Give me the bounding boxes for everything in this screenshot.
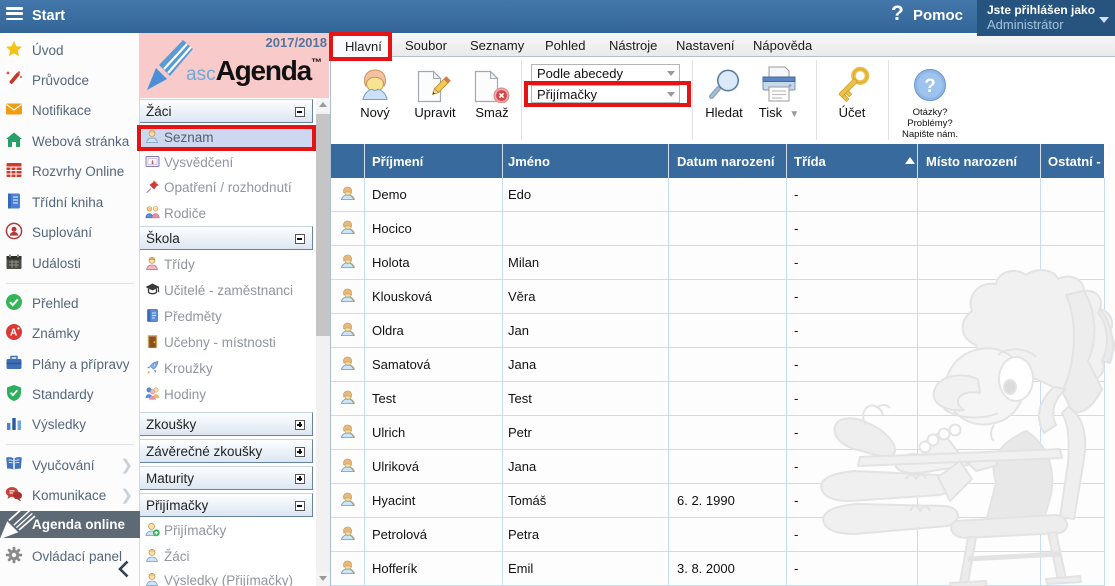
- svg-text:A: A: [10, 328, 17, 339]
- svg-text:?: ?: [924, 76, 936, 97]
